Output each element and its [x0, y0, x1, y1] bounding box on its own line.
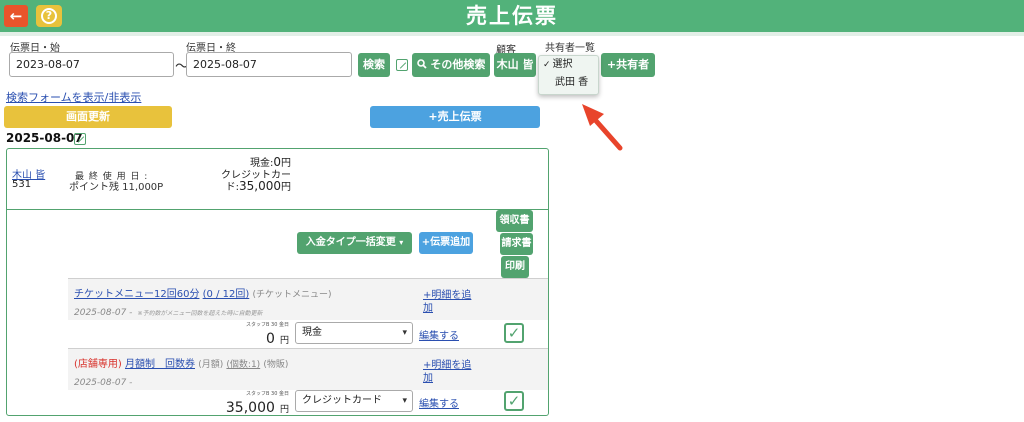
amount-value: 35,000 — [225, 400, 275, 416]
list-item: (店舗専用) 月額制 回数券 (月額) (個数:1) (物販) 2025-08-… — [68, 348, 548, 390]
checkbox-checked[interactable]: ✓ — [504, 323, 524, 343]
dropdown-option-selected[interactable]: 選択 — [539, 56, 598, 74]
item-date: 2025-08-07 - — [74, 378, 133, 388]
back-button[interactable]: ← — [4, 5, 28, 27]
item-note: ※予約数がメニュー回数を超えた時に自動更新 — [137, 310, 263, 317]
caret-down-icon: ▾ — [399, 238, 404, 247]
arrow-left-icon: ← — [9, 7, 23, 25]
slip-card: 木山 皆 531 最 終 使 用 日 : ポイント残 11,000P 現金:0円… — [6, 148, 549, 416]
staff-label: スタッフB 30 金日 — [246, 391, 289, 397]
add-detail-link-cont[interactable]: 加 — [423, 299, 433, 314]
item-amount: スタッフB 30 金日 35,000 円 — [207, 390, 289, 416]
credit-label: ド: — [225, 182, 239, 193]
item-amount: スタッフB 30 金日 0 円 — [217, 321, 289, 347]
top-bar-underline — [0, 32, 1024, 36]
item-title-link[interactable]: 月額制 回数券 — [125, 359, 195, 370]
add-slip-button[interactable]: +伝票追加 — [419, 232, 473, 254]
item-date: 2025-08-07 - — [74, 308, 133, 318]
item-category: (チケットメニュー) — [252, 290, 332, 300]
edit-link[interactable]: 編集する — [419, 395, 459, 410]
amount-value: 0 — [265, 331, 275, 347]
new-slip-button[interactable]: +売上伝票 — [370, 106, 540, 128]
customer-button[interactable]: 木山 皆 — [494, 53, 536, 77]
payment-method-select[interactable]: 現金 — [295, 322, 413, 344]
dropdown-option-takeda[interactable]: 武田 香 — [539, 74, 598, 92]
annotation-arrow-icon — [582, 104, 623, 151]
payment-type-bulk-change-button[interactable]: 入金タイプ一括変更 ▾ — [297, 232, 412, 254]
add-sharer-button[interactable]: +共有者 — [601, 53, 655, 77]
slip-date-heading: 2025-08-07 — [6, 131, 83, 145]
other-search-button[interactable]: その他検索 — [412, 53, 490, 77]
external-link-icon[interactable] — [396, 59, 408, 71]
item-title-link[interactable]: チケットメニュー12回60分 — [74, 289, 199, 300]
credit-total: ド:35,000円 — [191, 178, 291, 193]
store-only-tag: (店舗専用) — [74, 359, 122, 370]
list-item: チケットメニュー12回60分 (0 / 12回) (チケットメニュー) 2025… — [68, 278, 548, 320]
external-link-icon[interactable] — [74, 133, 86, 145]
invoice-button[interactable]: 請求書 — [500, 233, 533, 255]
search-icon — [416, 58, 431, 71]
help-button[interactable]: ? — [36, 5, 62, 27]
receipt-button[interactable]: 領収書 — [496, 210, 533, 232]
amount-unit: 円 — [279, 336, 289, 346]
staff-label: スタッフB 30 金日 — [246, 322, 289, 328]
credit-value: 35,000 — [239, 179, 281, 193]
add-detail-link-cont[interactable]: 加 — [423, 369, 433, 384]
customer-id: 531 — [12, 179, 32, 190]
question-icon: ? — [41, 8, 57, 24]
search-button[interactable]: 検索 — [358, 53, 390, 77]
points-balance: ポイント残 11,000P — [69, 182, 164, 193]
item-count-link[interactable]: (0 / 12回) — [203, 289, 250, 300]
amount-unit: 円 — [279, 405, 289, 415]
checkbox-checked[interactable]: ✓ — [504, 391, 524, 411]
edit-link[interactable]: 編集する — [419, 327, 459, 342]
item-quantity[interactable]: (個数:1) — [226, 360, 260, 370]
sharer-list-label: 共有者一覧 — [545, 43, 595, 54]
credit-unit: 円 — [281, 182, 291, 193]
sharer-dropdown[interactable]: 選択 武田 香 — [538, 55, 599, 95]
card-divider — [7, 209, 548, 210]
item-category: (月額) — [198, 360, 224, 370]
date-start-input[interactable]: 2023-08-07 — [9, 52, 174, 77]
page-title: 売上伝票 — [466, 4, 558, 28]
item-type: (物販) — [263, 360, 289, 370]
other-search-label: その他検索 — [430, 58, 486, 71]
date-end-input[interactable]: 2025-08-07 — [186, 52, 352, 77]
payment-method-select[interactable]: クレジットカード — [295, 390, 413, 412]
print-button[interactable]: 印刷 — [501, 256, 529, 278]
payment-type-label: 入金タイプ一括変更 — [305, 237, 396, 248]
refresh-button[interactable]: 画面更新 — [4, 106, 172, 128]
toggle-search-form-link[interactable]: 検索フォームを表示/非表示 — [6, 89, 141, 105]
slip-date: 2025-08-07 — [6, 131, 83, 145]
